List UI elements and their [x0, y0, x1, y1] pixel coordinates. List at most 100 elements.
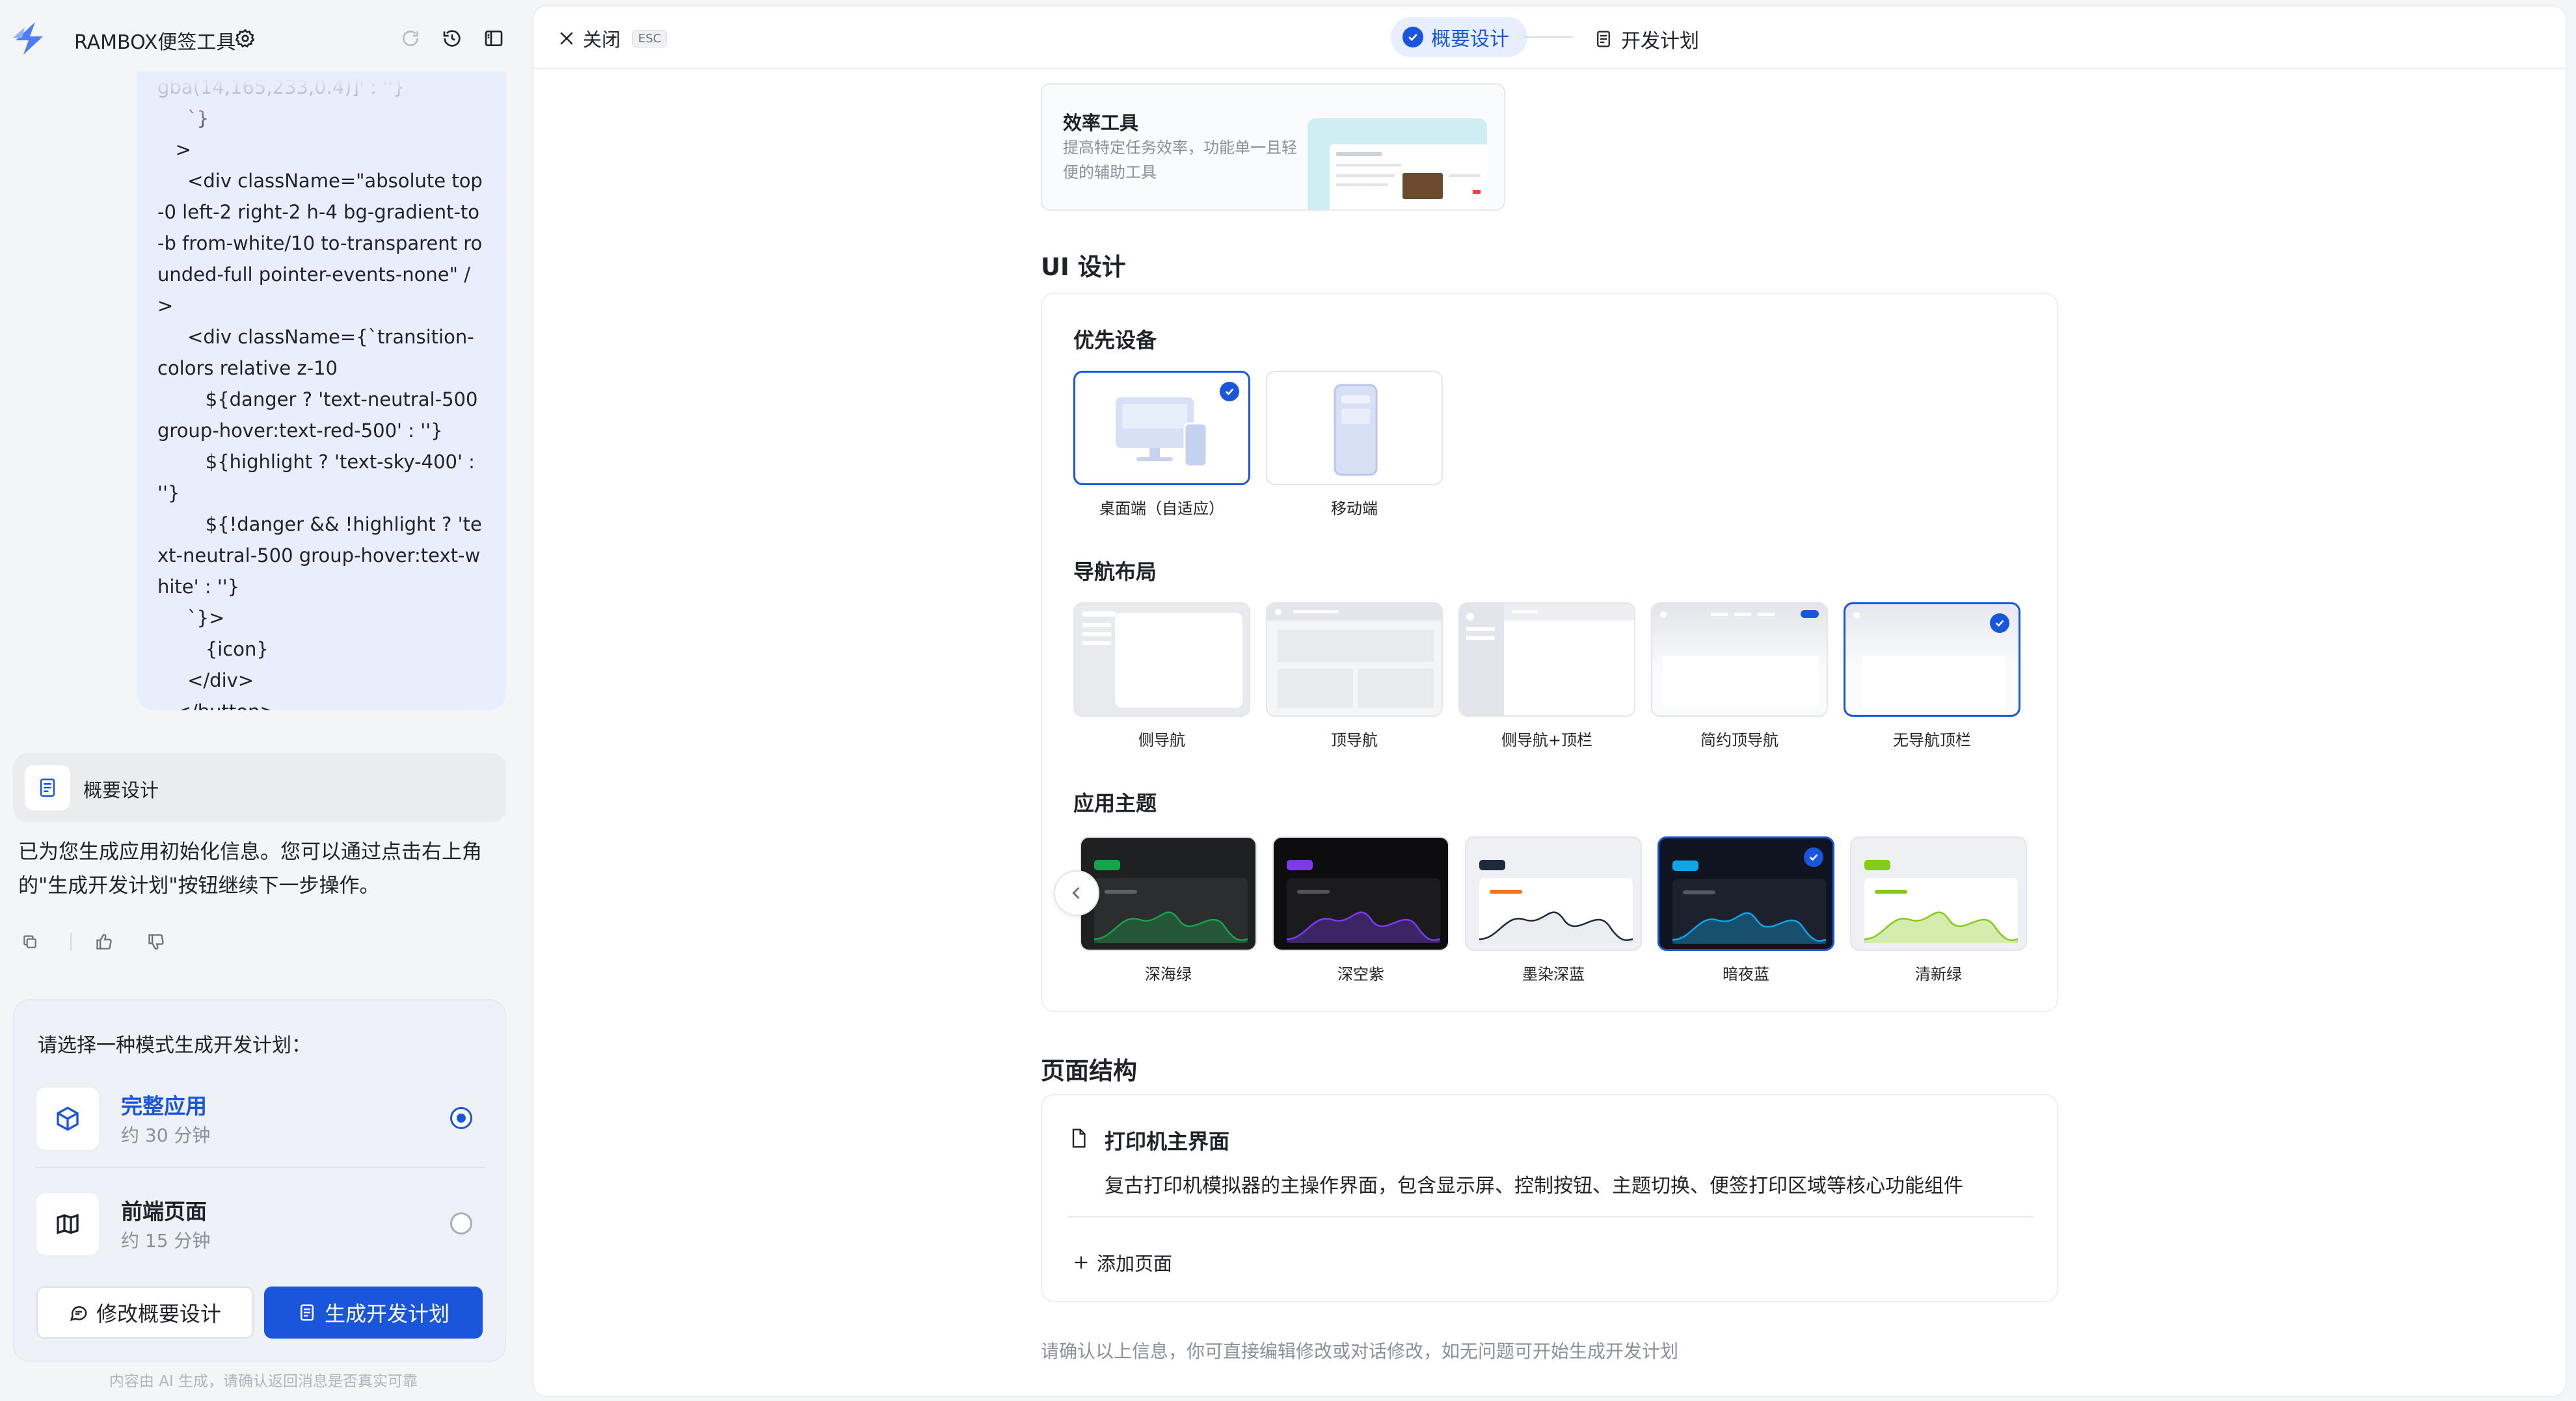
cube-icon	[35, 1086, 100, 1151]
page-divider	[1068, 1216, 2033, 1218]
check-circle-icon	[1402, 27, 1423, 47]
generate-plan-button[interactable]: 生成开发计划	[264, 1287, 483, 1339]
theme-carousel: 深海绿 深空紫 墨染深蓝 暗夜蓝 清新绿	[1073, 836, 2049, 993]
device-option-desktop[interactable]	[1073, 371, 1250, 485]
theme-option[interactable]	[1465, 836, 1642, 951]
theme-heading: 应用主题	[1073, 791, 1157, 816]
mode-radio-frontend[interactable]	[450, 1212, 472, 1234]
desktop-icon	[1116, 397, 1208, 468]
ui-design-heading: UI 设计	[1041, 253, 1126, 281]
mode-radio-full-app[interactable]	[450, 1107, 472, 1129]
step-next-label: 开发计划	[1621, 30, 1699, 53]
mode-option-full-app[interactable]: 完整应用 约 30 分钟	[14, 1069, 505, 1167]
design-panel: 关闭 ESC 概要设计 开发计划 效率工具 提高特定任务效率，功能单一且轻便的辅…	[532, 5, 2567, 1397]
doc-card-label: 概要设计	[83, 779, 159, 801]
app-type-card[interactable]: 效率工具 提高特定任务效率，功能单一且轻便的辅助工具	[1041, 83, 1505, 211]
carousel-prev-button[interactable]	[1054, 870, 1099, 916]
nav-option-no-nav[interactable]	[1844, 602, 2020, 717]
chat-panel: RAMBOX便签工具 gba(14,165,233,0.4)]' : ''} `…	[0, 0, 527, 1401]
page-item-desc: 复古打印机模拟器的主操作界面，包含显示屏、控制按钮、主题切换、便签打印区域等核心…	[1105, 1175, 1963, 1197]
edit-outline-label: 修改概要设计	[96, 1301, 221, 1326]
mode-option-frontend[interactable]: 前端页面 约 15 分钟	[14, 1175, 505, 1272]
device-heading: 优先设备	[1073, 328, 1157, 353]
edit-outline-button[interactable]: 修改概要设计	[36, 1287, 254, 1339]
history-icon[interactable]	[437, 23, 467, 53]
mode-option-name: 前端页面	[121, 1199, 207, 1224]
mode-option-time: 约 15 分钟	[121, 1230, 211, 1251]
ai-message: 已为您生成应用初始化信息。您可以通过点击右上角的"生成开发计划"按钮继续下一步操…	[18, 840, 482, 898]
mode-option-time: 约 30 分钟	[121, 1125, 211, 1146]
confirm-note: 请确认以上信息，你可直接编辑修改或对话修改，如无问题可开始生成开发计划	[1041, 1341, 1679, 1362]
check-icon	[1804, 847, 1823, 867]
copy-icon[interactable]	[18, 930, 42, 954]
nav-heading: 导航布局	[1073, 559, 1157, 584]
generate-plan-label: 生成开发计划	[324, 1301, 449, 1326]
theme-option-label: 墨染深蓝	[1522, 965, 1585, 983]
app-title: RAMBOX便签工具	[74, 31, 236, 54]
app-type-desc: 提高特定任务效率，功能单一且轻便的辅助工具	[1063, 139, 1297, 181]
nav-option-label: 无导航顶栏	[1893, 731, 1971, 749]
document-icon	[1597, 31, 1610, 47]
message-actions	[18, 930, 168, 954]
mode-select-card: 请选择一种模式生成开发计划： 完整应用 约 30 分钟 前端页面 约 15 分钟…	[13, 999, 506, 1362]
design-content: 效率工具 提高特定任务效率，功能单一且轻便的辅助工具 UI 设计 优先设备 桌面…	[1041, 69, 2062, 1396]
theme-option[interactable]	[1272, 836, 1449, 951]
settings-icon[interactable]	[230, 23, 260, 53]
step-outline-design[interactable]: 概要设计	[1391, 17, 1527, 57]
chat-icon	[70, 1306, 87, 1322]
action-divider	[70, 933, 72, 951]
theme-option-label: 暗夜蓝	[1723, 965, 1769, 983]
add-page-label: 添加页面	[1097, 1253, 1173, 1275]
nav-option-label: 侧导航+顶栏	[1501, 731, 1593, 749]
step-connector	[1523, 36, 1573, 38]
nav-option-simple-top[interactable]	[1651, 602, 1828, 717]
check-icon	[1990, 613, 2009, 633]
nav-option-side-top[interactable]	[1458, 602, 1635, 717]
nav-option-top[interactable]	[1266, 602, 1443, 717]
mobile-icon	[1334, 384, 1378, 476]
page-item-name[interactable]: 打印机主界面	[1105, 1125, 1229, 1155]
code-fade	[137, 72, 506, 143]
document-icon	[300, 1304, 314, 1321]
nav-option-side[interactable]	[1073, 602, 1250, 717]
ai-disclaimer: 内容由 AI 生成，请确认返回消息是否真实可靠	[109, 1373, 418, 1390]
theme-option-label: 深空紫	[1337, 965, 1384, 983]
doc-card-outline-design[interactable]: 概要设计	[13, 753, 506, 822]
nav-option-label: 侧导航	[1138, 731, 1185, 749]
close-icon	[560, 32, 573, 45]
document-icon	[25, 765, 70, 810]
app-logo-icon	[13, 22, 43, 55]
plus-icon	[1075, 1256, 1088, 1269]
step-dev-plan[interactable]: 开发计划	[1594, 25, 1699, 53]
sidebar-toggle-icon[interactable]	[479, 23, 509, 53]
page-structure-box: 打印机主界面 复古打印机模拟器的主操作界面，包含显示屏、控制按钮、主题切换、便签…	[1041, 1094, 2058, 1302]
app-type-thumbnail	[1308, 118, 1487, 209]
device-option-label: 移动端	[1331, 500, 1378, 518]
page-structure-heading: 页面结构	[1041, 1057, 1137, 1085]
app-type-title: 效率工具	[1063, 112, 1139, 134]
esc-badge: ESC	[632, 29, 667, 47]
refresh-icon[interactable]	[396, 23, 425, 53]
code-text: gba(14,165,233,0.4)]' : ''} `} > <div cl…	[157, 76, 483, 710]
chevron-left-icon	[1072, 887, 1080, 900]
mode-option-name: 完整应用	[121, 1093, 207, 1119]
mode-select-title: 请选择一种模式生成开发计划：	[38, 1034, 311, 1057]
mode-divider	[35, 1167, 487, 1168]
nav-option-label: 顶导航	[1331, 731, 1378, 749]
design-topbar: 关闭 ESC 概要设计 开发计划	[533, 7, 2566, 69]
theme-option-label: 清新绿	[1915, 965, 1962, 983]
check-icon	[1220, 382, 1239, 401]
theme-option[interactable]	[1657, 836, 1834, 951]
nav-option-label: 简约顶导航	[1700, 731, 1778, 749]
theme-option[interactable]	[1080, 836, 1257, 951]
theme-option[interactable]	[1850, 836, 2027, 951]
theme-option-label: 深海绿	[1145, 965, 1192, 983]
thumbs-down-icon[interactable]	[144, 930, 168, 954]
add-page-button[interactable]: 添加页面	[1072, 1249, 1172, 1276]
thumbs-up-icon[interactable]	[92, 930, 116, 954]
close-button[interactable]: 关闭 ESC	[557, 25, 667, 52]
device-option-mobile[interactable]	[1266, 371, 1443, 485]
map-icon	[35, 1192, 100, 1257]
step-active-label: 概要设计	[1431, 28, 1509, 51]
device-option-label: 桌面端（自适应）	[1099, 500, 1224, 518]
